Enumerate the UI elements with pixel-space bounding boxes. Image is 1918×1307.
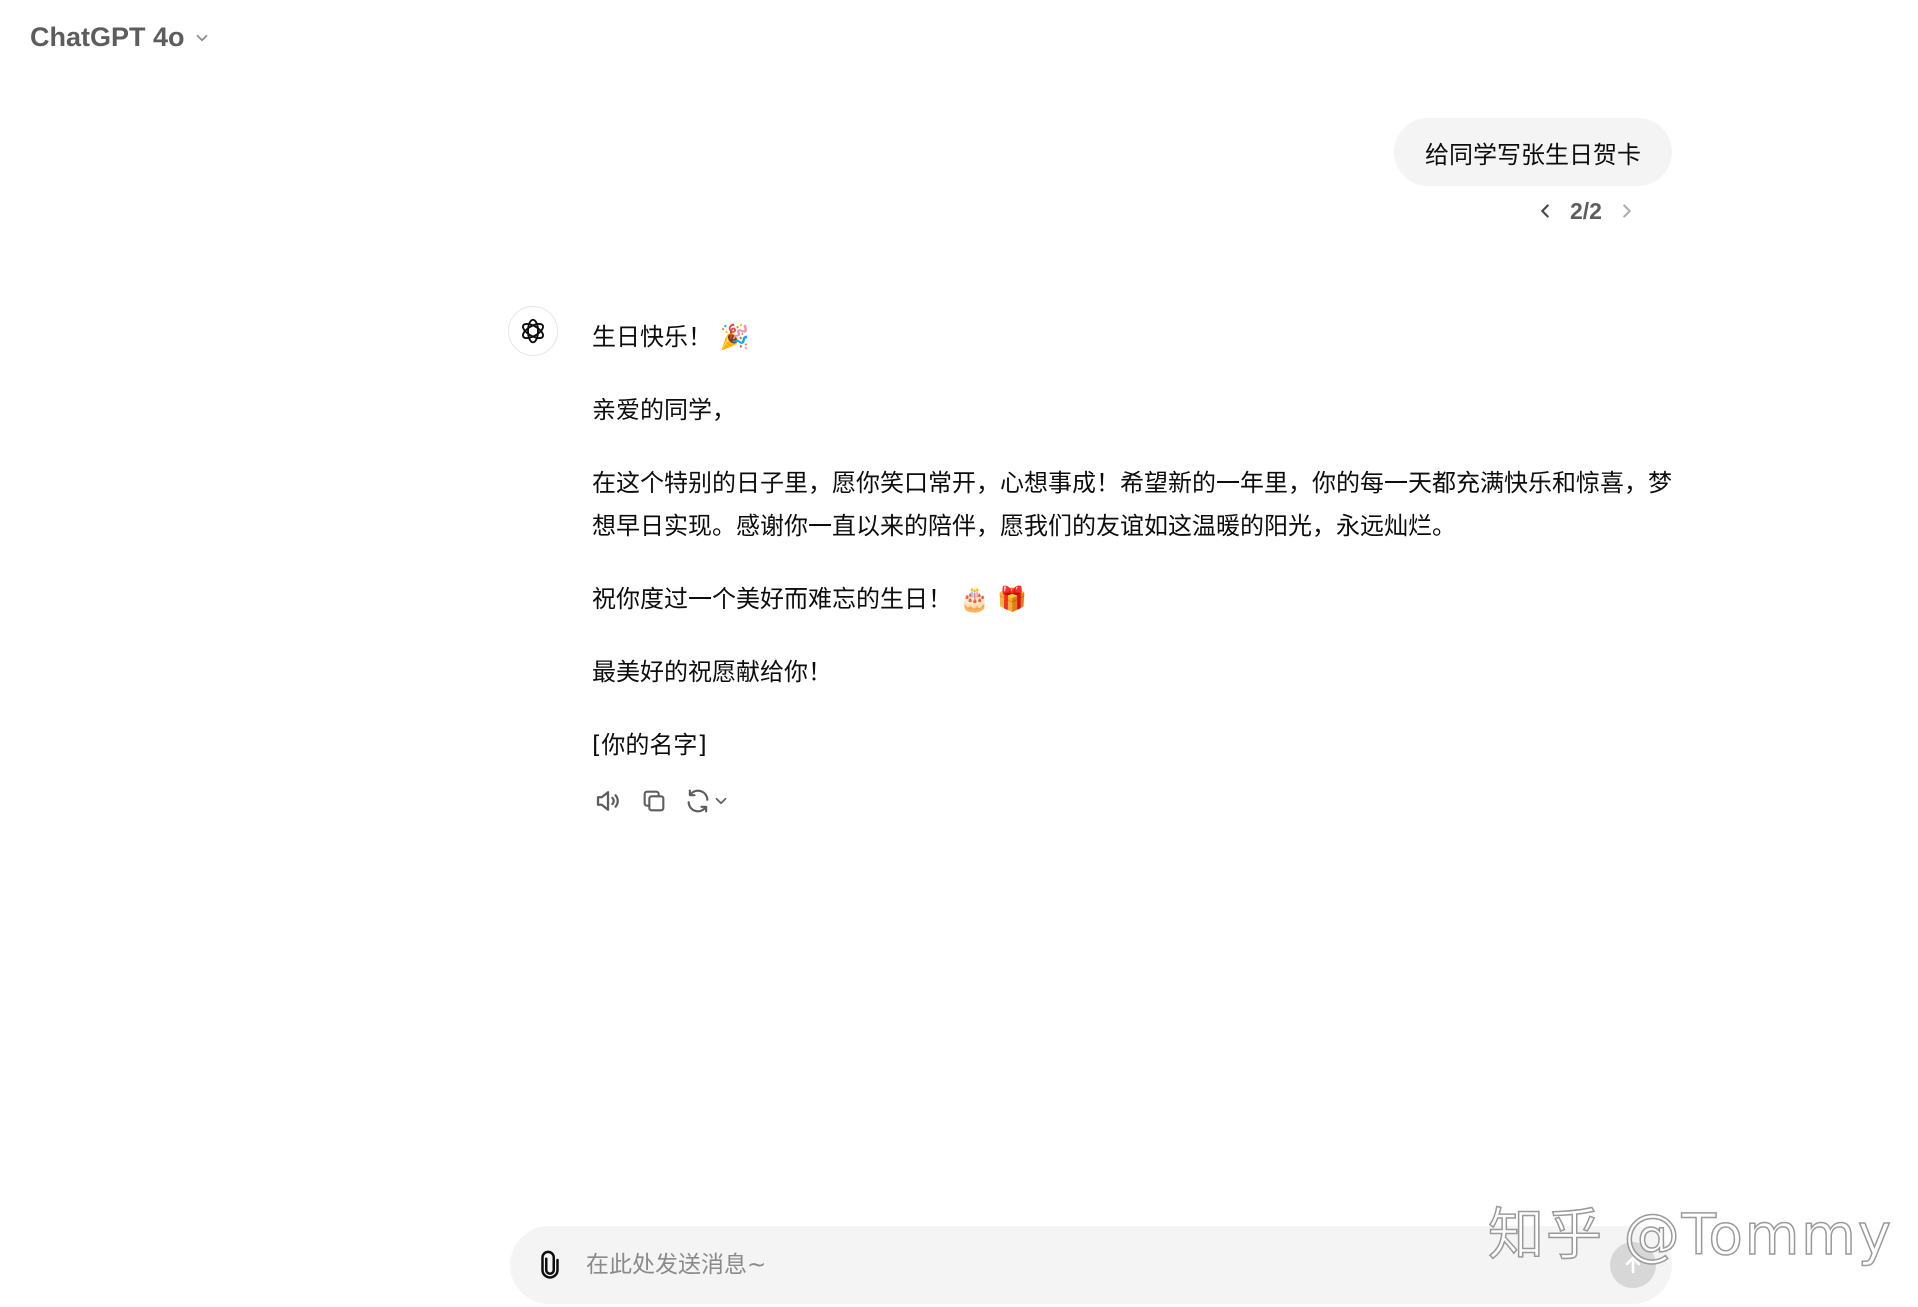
chevron-right-icon [1623, 204, 1631, 218]
send-button[interactable] [1610, 1242, 1656, 1288]
assistant-paragraph: [你的名字] [592, 731, 707, 759]
message-composer [510, 1226, 1672, 1304]
assistant-paragraph: 祝你度过一个美好而难忘的生日！ 🎂 🎁 [592, 585, 1028, 613]
assistant-paragraph: 在这个特别的日子里，愿你笑口常开，心想事成！希望新的一年里，你的每一天都充满快乐… [592, 469, 1672, 540]
openai-logo-icon [522, 318, 544, 344]
message-input[interactable] [584, 1251, 1610, 1279]
assistant-paragraph: 最美好的祝愿献给你！ [592, 658, 832, 686]
chevron-down-icon [715, 797, 727, 805]
model-selector[interactable]: ChatGPT 4o [30, 22, 211, 53]
model-name: ChatGPT 4o [30, 22, 185, 52]
copy-button[interactable] [638, 784, 670, 818]
speaker-icon [596, 791, 619, 811]
paperclip-icon [541, 1250, 559, 1279]
chevron-down-icon [196, 34, 207, 41]
chevron-left-icon [1541, 204, 1549, 218]
attach-button[interactable] [530, 1245, 570, 1285]
pager-prev-button[interactable] [1530, 196, 1560, 226]
message-action-bar [592, 784, 730, 818]
copy-icon [643, 790, 665, 812]
arrow-up-icon [1625, 1256, 1641, 1274]
assistant-message: 生日快乐！ 🎉 亲爱的同学， 在这个特别的日子里，愿你笑口常开，心想事成！希望新… [592, 316, 1682, 797]
user-message-text: 给同学写张生日贺卡 [1425, 140, 1641, 169]
read-aloud-button[interactable] [592, 784, 624, 818]
user-message-bubble: 给同学写张生日贺卡 [1394, 118, 1672, 186]
chat-app: ChatGPT 4o 给同学写张生日贺卡 2/2 生日快乐！ 🎉 亲爱的同学， … [0, 0, 1918, 1307]
pager-next-button[interactable] [1612, 196, 1642, 226]
response-pager: 2/2 [1530, 196, 1642, 226]
pager-count: 2/2 [1570, 197, 1602, 224]
assistant-paragraph: 生日快乐！ 🎉 [592, 323, 750, 351]
regenerate-button[interactable] [684, 784, 730, 818]
assistant-paragraph: 亲爱的同学， [592, 396, 736, 424]
refresh-icon [687, 789, 709, 813]
assistant-avatar [508, 306, 558, 356]
